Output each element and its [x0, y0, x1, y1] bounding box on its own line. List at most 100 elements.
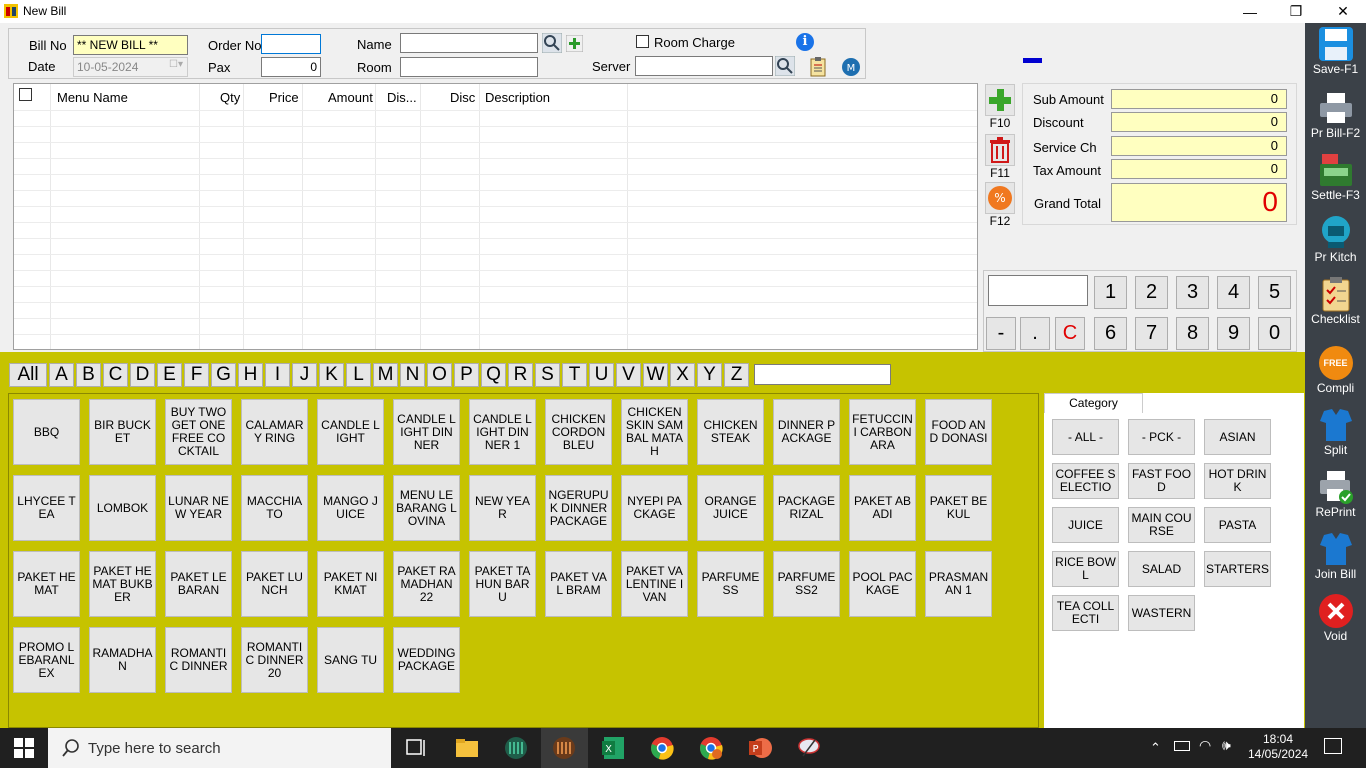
notification-icon[interactable]: [1324, 738, 1342, 754]
bill-no-field[interactable]: ** NEW BILL **: [73, 35, 188, 55]
app-icon-1[interactable]: [504, 736, 528, 760]
category-button[interactable]: - PCK -: [1128, 419, 1195, 455]
category-button[interactable]: PASTA: [1204, 507, 1271, 543]
join-bill-button[interactable]: Join Bill: [1305, 531, 1366, 581]
menu-item-button[interactable]: RAMADHAN: [89, 627, 156, 693]
menu-item-button[interactable]: NYEPI PACKAGE: [621, 475, 688, 541]
add-name-button[interactable]: [566, 35, 583, 52]
menu-item-button[interactable]: PRASMANAN 1: [925, 551, 992, 617]
menu-item-button[interactable]: PAKET ABADI: [849, 475, 916, 541]
key-clear[interactable]: C: [1055, 317, 1085, 350]
menu-item-button[interactable]: CANDLE LIGHT: [317, 399, 384, 465]
menu-item-button[interactable]: NGERUPUK DINNER PACKAGE: [545, 475, 612, 541]
menu-item-button[interactable]: PAKET NIKMAT: [317, 551, 384, 617]
menu-item-button[interactable]: LHYCEE TEA: [13, 475, 80, 541]
filter-letter-m[interactable]: M: [373, 363, 398, 387]
filter-letter-d[interactable]: D: [130, 363, 155, 387]
menu-item-button[interactable]: PAKET HEMAT BUKBER: [89, 551, 156, 617]
filter-letter-g[interactable]: G: [211, 363, 236, 387]
pax-input[interactable]: 0: [261, 57, 321, 77]
column-discount-pct[interactable]: Dis...: [387, 90, 417, 105]
menu-item-button[interactable]: LUNAR NEW YEAR: [165, 475, 232, 541]
menu-item-button[interactable]: FOOD AND DONASI: [925, 399, 992, 465]
category-button[interactable]: - ALL -: [1052, 419, 1119, 455]
server-search-button[interactable]: [775, 56, 795, 76]
filter-letter-s[interactable]: S: [535, 363, 560, 387]
compli-button[interactable]: FREE Compli: [1305, 345, 1366, 395]
menu-item-button[interactable]: PARFUMESS: [697, 551, 764, 617]
chrome-icon[interactable]: [650, 736, 674, 760]
clock[interactable]: 18:04 14/05/2024: [1248, 732, 1308, 762]
discount-button[interactable]: %: [985, 182, 1015, 214]
menu-item-button[interactable]: WEDDING PACKAGE: [393, 627, 460, 693]
menu-item-button[interactable]: BUY TWO GET ONE FREE COCKTAIL: [165, 399, 232, 465]
name-search-button[interactable]: [542, 33, 562, 53]
filter-letter-n[interactable]: N: [400, 363, 425, 387]
filter-letter-r[interactable]: R: [508, 363, 533, 387]
menu-item-button[interactable]: CANDLE LIGHT DINNER 1: [469, 399, 536, 465]
menu-item-button[interactable]: PAKET TAHUN BARU: [469, 551, 536, 617]
menu-item-button[interactable]: CHICKEN STEAK: [697, 399, 764, 465]
excel-icon[interactable]: X: [601, 736, 625, 760]
filter-letter-t[interactable]: T: [562, 363, 587, 387]
filter-letter-j[interactable]: J: [292, 363, 317, 387]
filter-letter-o[interactable]: O: [427, 363, 452, 387]
category-button[interactable]: ASIAN: [1204, 419, 1271, 455]
wifi-icon[interactable]: ◠: [1199, 737, 1211, 754]
taskbar-search[interactable]: Type here to search: [48, 728, 391, 768]
menu-item-button[interactable]: NEW YEAR: [469, 475, 536, 541]
reprint-button[interactable]: RePrint: [1305, 469, 1366, 519]
filter-all[interactable]: All: [9, 363, 47, 387]
menu-item-button[interactable]: ROMANTIC DINNER: [165, 627, 232, 693]
filter-letter-c[interactable]: C: [103, 363, 128, 387]
filter-letter-i[interactable]: I: [265, 363, 290, 387]
menu-item-button[interactable]: MENU LEBARANG LOVINA: [393, 475, 460, 541]
filter-letter-w[interactable]: W: [643, 363, 668, 387]
column-price[interactable]: Price: [269, 90, 299, 105]
menu-item-button[interactable]: MACCHIATO: [241, 475, 308, 541]
category-button[interactable]: RICE BOWL: [1052, 551, 1119, 587]
filter-letter-e[interactable]: E: [157, 363, 182, 387]
filter-letter-p[interactable]: P: [454, 363, 479, 387]
menu-item-button[interactable]: PROMO LEBARANLEX: [13, 627, 80, 693]
filter-letter-q[interactable]: Q: [481, 363, 506, 387]
key-0[interactable]: 0: [1258, 317, 1291, 350]
key-4[interactable]: 4: [1217, 276, 1250, 309]
save-button[interactable]: Save-F1: [1305, 26, 1366, 76]
menu-item-button[interactable]: DINNER PACKAGE: [773, 399, 840, 465]
category-button[interactable]: JUICE: [1052, 507, 1119, 543]
menu-item-button[interactable]: BBQ: [13, 399, 80, 465]
file-explorer-icon[interactable]: [455, 736, 479, 760]
category-button[interactable]: HOT DRINK: [1204, 463, 1271, 499]
column-discount[interactable]: Disc: [450, 90, 475, 105]
category-button[interactable]: WASTERN: [1128, 595, 1195, 631]
category-button[interactable]: COFFEE SELECTIO: [1052, 463, 1119, 499]
menu-item-button[interactable]: PAKET VALENTINE IVAN: [621, 551, 688, 617]
close-button[interactable]: ✕: [1320, 0, 1366, 23]
key-minus[interactable]: -: [986, 317, 1016, 350]
column-qty[interactable]: Qty: [220, 90, 240, 105]
menu-item-button[interactable]: CALAMARY RING: [241, 399, 308, 465]
split-button[interactable]: Split: [1305, 407, 1366, 457]
key-9[interactable]: 9: [1217, 317, 1250, 350]
menu-item-button[interactable]: CHICKEN CORDON BLEU: [545, 399, 612, 465]
task-view-icon[interactable]: [404, 736, 428, 760]
category-button[interactable]: MAIN COURSE: [1128, 507, 1195, 543]
filter-letter-h[interactable]: H: [238, 363, 263, 387]
menu-item-button[interactable]: PAKET RAMADHAN 22: [393, 551, 460, 617]
menu-item-button[interactable]: PAKET LUNCH: [241, 551, 308, 617]
minimize-button[interactable]: —: [1227, 0, 1273, 23]
menu-item-button[interactable]: ORANGE JUICE: [697, 475, 764, 541]
start-button[interactable]: [14, 738, 34, 761]
key-1[interactable]: 1: [1094, 276, 1127, 309]
filter-letter-b[interactable]: B: [76, 363, 101, 387]
menu-item-button[interactable]: LOMBOK: [89, 475, 156, 541]
filter-letter-z[interactable]: Z: [724, 363, 749, 387]
settle-button[interactable]: Settle-F3: [1305, 152, 1366, 202]
menu-item-button[interactable]: SANG TU: [317, 627, 384, 693]
print-bill-button[interactable]: Pr Bill-F2: [1305, 90, 1366, 140]
filter-letter-v[interactable]: V: [616, 363, 641, 387]
member-card-button[interactable]: M: [841, 57, 861, 77]
category-tab[interactable]: Category: [1044, 393, 1143, 413]
add-item-button[interactable]: [985, 84, 1015, 116]
